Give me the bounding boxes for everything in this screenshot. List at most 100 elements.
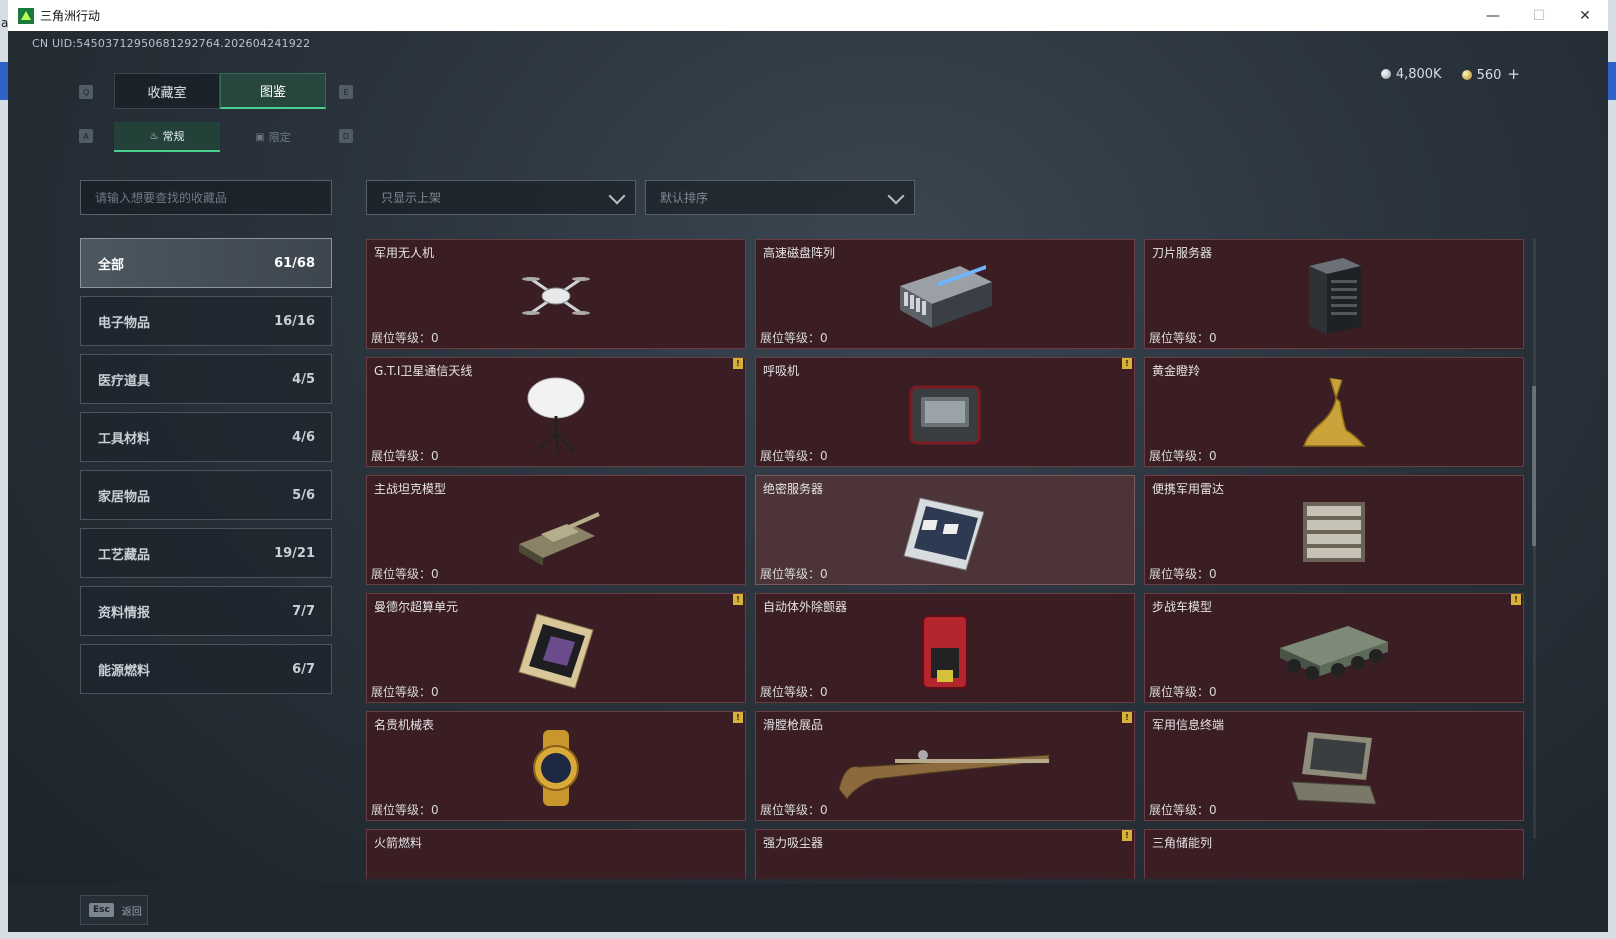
new-badge-icon: !	[733, 358, 743, 369]
booth-level: 展位等级：0	[1149, 803, 1217, 817]
flame-icon: ♨	[149, 130, 159, 142]
category-medical[interactable]: 医疗道具 4/5	[80, 354, 332, 404]
item-card[interactable]: 名贵机械表 ! 展位等级：0	[366, 711, 746, 821]
new-badge-icon: !	[733, 712, 743, 723]
category-tools[interactable]: 工具材料 4/6	[80, 412, 332, 462]
tab-collection-room[interactable]: 收藏室	[114, 73, 220, 109]
key-hint-next-subtab: D	[339, 129, 353, 143]
app-logo-icon	[18, 7, 34, 24]
category-energy[interactable]: 能源燃料 6/7	[80, 644, 332, 694]
booth-level: 展位等级：0	[1149, 449, 1217, 463]
ventilator-icon	[909, 385, 981, 445]
background-window-edge-left	[0, 62, 8, 100]
item-card[interactable]: 强力吸尘器 !	[755, 829, 1135, 879]
booth-level: 展位等级：0	[760, 803, 828, 817]
booth-level: 展位等级：0	[371, 331, 439, 345]
item-card[interactable]: 主战坦克模型 展位等级：0	[366, 475, 746, 585]
chip-icon	[518, 613, 594, 689]
item-card[interactable]: 高速磁盘阵列 展位等级：0	[755, 239, 1135, 349]
item-card[interactable]: 呼吸机 ! 展位等级：0	[755, 357, 1135, 467]
booth-level: 展位等级：0	[1149, 331, 1217, 345]
shelf-filter-dropdown[interactable]: 只显示上架	[366, 180, 636, 215]
item-card[interactable]: 黄金瞪羚 展位等级：0	[1144, 357, 1524, 467]
search-input[interactable]: 请输入想要查找的收藏品	[80, 180, 332, 215]
sub-tabs: ♨ 常规 ▣ 限定	[114, 122, 326, 152]
ifv-icon	[1280, 626, 1388, 680]
booth-level: 展位等级：0	[371, 567, 439, 581]
item-card[interactable]: 步战车模型 ! 展位等级：0	[1144, 593, 1524, 703]
new-badge-icon: !	[733, 594, 743, 605]
key-hint-prev-tab: Q	[79, 85, 93, 99]
booth-level: 展位等级：0	[1149, 685, 1217, 699]
item-card[interactable]: 军用信息终端 展位等级：0	[1144, 711, 1524, 821]
terminal-icon	[1291, 732, 1377, 805]
esc-key-hint: Esc	[89, 903, 114, 917]
item-card[interactable]: G.T.I卫星通信天线 ! 展位等级：0	[366, 357, 746, 467]
booth-level: 展位等级：0	[760, 685, 828, 699]
booth-level: 展位等级：0	[760, 331, 828, 345]
radar-icon	[1303, 502, 1365, 562]
booth-level: 展位等级：0	[371, 803, 439, 817]
blade-server-icon	[1309, 258, 1361, 334]
defibrillator-icon	[922, 615, 968, 689]
player-uid: CN UID:54503712950681292764.202604241922	[32, 37, 311, 50]
category-intel[interactable]: 资料情报 7/7	[80, 586, 332, 636]
currency-bar: 4,800K 560 +	[1380, 65, 1520, 83]
key-hint-next-tab: E	[339, 85, 353, 99]
key-hint-prev-subtab: A	[79, 129, 93, 143]
watch-icon	[533, 730, 579, 806]
booth-level: 展位等级：0	[760, 449, 828, 463]
sort-dropdown[interactable]: 默认排序	[645, 180, 915, 215]
gazelle-icon	[1302, 377, 1366, 447]
item-card[interactable]: 刀片服务器 展位等级：0	[1144, 239, 1524, 349]
item-card[interactable]: 滑膛枪展品 ! 展位等级：0	[755, 711, 1135, 821]
close-button[interactable]: ✕	[1562, 0, 1608, 31]
category-household[interactable]: 家居物品 5/6	[80, 470, 332, 520]
chevron-down-icon	[608, 187, 626, 205]
booth-level: 展位等级：0	[760, 567, 828, 581]
gold-coin-icon	[1461, 70, 1472, 80]
window-titlebar: 三角洲行动 — ☐ ✕	[8, 0, 1608, 31]
tank-icon	[519, 512, 600, 566]
category-crafts[interactable]: 工艺藏品 19/21	[80, 528, 332, 578]
main-tabs: 收藏室 图鉴	[114, 73, 326, 109]
category-all[interactable]: 全部 61/68	[80, 238, 332, 288]
item-card[interactable]: 曼德尔超算单元 ! 展位等级：0	[366, 593, 746, 703]
musket-icon	[838, 750, 1050, 800]
bottom-bar	[8, 884, 1608, 932]
new-badge-icon: !	[1122, 712, 1132, 723]
server-icon	[903, 497, 985, 571]
item-card[interactable]: 便携军用雷达 展位等级：0	[1144, 475, 1524, 585]
item-card[interactable]: 三角储能列	[1144, 829, 1524, 879]
new-badge-icon: !	[1122, 358, 1132, 369]
silver-coin-icon	[1380, 68, 1391, 79]
subtab-limited[interactable]: ▣ 限定	[220, 122, 326, 152]
item-card[interactable]: 军用无人机 展位等级：0	[366, 239, 746, 349]
grid-scrollbar-thumb[interactable]	[1532, 386, 1536, 546]
back-label: 返回	[121, 906, 142, 918]
subtab-regular[interactable]: ♨ 常规	[114, 122, 220, 152]
new-badge-icon: !	[1122, 830, 1132, 841]
search-placeholder: 请输入想要查找的收藏品	[95, 191, 228, 205]
silver-currency: 4,800K	[1380, 67, 1442, 82]
tab-catalog[interactable]: 图鉴	[220, 73, 326, 109]
box-icon: ▣	[255, 131, 265, 143]
item-card[interactable]: 自动体外除颤器 展位等级：0	[755, 593, 1135, 703]
booth-level: 展位等级：0	[371, 685, 439, 699]
background-window-letter: a	[1, 16, 9, 30]
minimize-button[interactable]: —	[1470, 0, 1516, 31]
maximize-button[interactable]: ☐	[1516, 0, 1562, 31]
back-button[interactable]: Esc 返回	[80, 895, 148, 925]
item-card[interactable]: 火箭燃料	[366, 829, 746, 879]
window-controls: — ☐ ✕	[1470, 0, 1608, 31]
drone-icon	[522, 277, 590, 315]
category-electronics[interactable]: 电子物品 16/16	[80, 296, 332, 346]
category-list: 全部 61/68 电子物品 16/16 医疗道具 4/5 工具材料 4/6 家居物品 5/…	[80, 238, 332, 702]
new-badge-icon: !	[1511, 594, 1521, 605]
add-currency-button[interactable]: +	[1507, 65, 1520, 83]
item-grid: 军用无人机 展位等级：0 高速磁盘阵列 展位等级：0 刀片服务器 展位等级：0 …	[366, 239, 1526, 879]
satellite-dish-icon	[527, 377, 585, 455]
booth-level: 展位等级：0	[1149, 567, 1217, 581]
item-card[interactable]: 绝密服务器 展位等级：0	[755, 475, 1135, 585]
booth-level: 展位等级：0	[371, 449, 439, 463]
